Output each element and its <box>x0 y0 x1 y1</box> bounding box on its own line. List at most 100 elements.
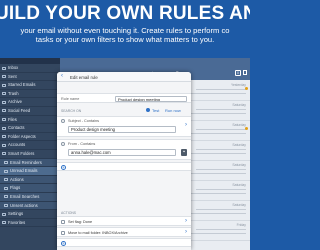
test-link[interactable]: Test <box>152 108 159 113</box>
sidebar-item[interactable]: Email Searches <box>0 192 60 202</box>
sidebar-item-label: Archive <box>8 99 22 105</box>
sidebar-item[interactable]: Flags <box>0 184 60 193</box>
message-date: Friday <box>236 223 246 227</box>
dialog-header: ‹ Edit email rule <box>57 72 191 82</box>
sidebar-item[interactable]: Folder Aspects <box>0 133 60 142</box>
action-label: Move to mail folder: INBOX/Archive <box>68 230 128 235</box>
sidebar-item-label: Trash <box>8 90 19 96</box>
sidebar-item[interactable]: Actions <box>0 175 60 185</box>
sidebar-item[interactable]: Trash <box>0 90 60 99</box>
sidebar-item[interactable]: Inbox <box>0 64 60 73</box>
chevron-right-icon[interactable]: › <box>185 229 187 235</box>
sidebar-item[interactable]: Accounts <box>0 141 60 150</box>
condition-value-input[interactable]: anna.hale@mac.com <box>68 149 176 156</box>
flag-icon <box>245 127 248 130</box>
condition-subject[interactable]: Subject - Contains Product design meetin… <box>57 116 191 137</box>
search-icon <box>4 195 8 199</box>
banner-subtitle-line1: your email without even touching it. Cre… <box>20 26 230 35</box>
sidebar-list: Inbox Sent Starred Emails Trash Archive Socia… <box>0 64 60 228</box>
add-action-row[interactable]: + <box>57 238 191 247</box>
gear-icon <box>2 212 6 216</box>
message-date: Saturday <box>232 163 246 167</box>
chevron-right-icon[interactable]: › <box>185 122 187 128</box>
message-preview-line <box>190 93 246 95</box>
sidebar-item-label: Settings <box>8 211 24 217</box>
sidebar-item-label: Smart Folders <box>8 150 35 156</box>
dialog-title: Edit email rule <box>70 74 98 80</box>
sent-icon <box>2 75 6 79</box>
sidebar-item[interactable]: Settings <box>0 210 60 219</box>
condition-title: From - Contains <box>68 142 96 146</box>
message-date: Saturday <box>232 123 246 127</box>
chevron-right-icon[interactable]: › <box>185 218 187 224</box>
favorites-icon <box>2 221 6 225</box>
flag-icon <box>245 87 248 90</box>
sidebar-item[interactable]: Unread Emails <box>0 167 60 176</box>
sidebar-item-label: Favorites <box>8 219 26 225</box>
files-icon <box>2 118 6 122</box>
folder-icon <box>61 230 65 235</box>
message-preview-line <box>190 213 246 215</box>
message-date: Yesterday <box>231 83 246 87</box>
action-label: Set flag: Done <box>68 219 93 224</box>
unread-icon <box>4 169 8 173</box>
rule-name-row: Rule name Product design meeting <box>57 93 191 103</box>
message-date: Saturday <box>232 143 246 147</box>
promo-banner: UILD YOUR OWN RULES AND FILTERS your ema… <box>0 0 250 50</box>
message-preview-line <box>190 193 246 195</box>
star-icon <box>2 83 6 87</box>
sidebar-item[interactable]: Social Feed <box>0 107 60 116</box>
sidebar-item-label: Folder Aspects <box>8 133 36 139</box>
sidebar-item-label: Social Feed <box>8 107 31 113</box>
plus-icon[interactable]: + <box>61 164 66 170</box>
condition-value-input[interactable]: Product design meeting <box>68 126 176 133</box>
count-badge[interactable]: 0 <box>235 70 241 76</box>
plus-icon[interactable]: + <box>61 240 66 246</box>
action-row-move[interactable]: Move to mail folder: INBOX/Archive › <box>57 227 191 237</box>
sidebar-item-label: Starred Emails <box>8 82 36 88</box>
sidebar-item-label: Email Searches <box>10 193 40 199</box>
message-date: Saturday <box>232 183 246 187</box>
action-row-set-flag[interactable]: Set flag: Done › <box>57 216 191 226</box>
sidebar-item-label: Contacts <box>8 125 25 131</box>
condition-icon <box>61 142 65 146</box>
actions-section-label: ACTIONS <box>61 211 77 215</box>
sidebar-item[interactable]: Smart Folders <box>0 150 60 159</box>
accounts-icon <box>2 143 6 147</box>
run-now-link[interactable]: Run now <box>165 108 181 113</box>
condition-from[interactable]: From - Contains anna.hale@mac.com ▪ <box>57 139 191 160</box>
banner-title: UILD YOUR OWN RULES AND FILTERS <box>0 3 250 24</box>
message-preview-line <box>196 129 246 131</box>
message-preview-line <box>196 89 246 91</box>
sidebar-item[interactable]: Sent <box>0 73 60 82</box>
sidebar-item[interactable]: Archive <box>0 98 60 107</box>
sidebar-item-label: Sent <box>8 73 17 79</box>
message-preview-line <box>196 169 246 171</box>
sidebar-item-label: Unread Emails <box>10 168 38 174</box>
banner-subtitle-line2: tasks or your own filters to show what m… <box>35 35 215 44</box>
sidebar-item[interactable]: Favorites <box>0 219 60 228</box>
condition-title: Subject - Contains <box>68 119 100 123</box>
sidebar-item-label: Files <box>8 116 17 122</box>
add-condition-row[interactable]: + <box>57 162 191 171</box>
sidebar-item[interactable]: Files <box>0 116 60 125</box>
sidebar-item[interactable]: Starred Emails <box>0 81 60 90</box>
contact-picker-icon[interactable]: ▪ <box>181 149 187 156</box>
rule-name-input[interactable]: Product design meeting <box>115 95 187 102</box>
compose-icon[interactable] <box>243 70 247 75</box>
sidebar-item[interactable]: Contacts <box>0 124 60 133</box>
rule-name-label: Rule name <box>61 96 80 101</box>
back-icon[interactable]: ‹ <box>61 73 63 79</box>
folder-icon <box>2 135 6 139</box>
message-preview-line <box>190 173 246 175</box>
message-preview-line <box>190 233 246 235</box>
rule-test-links: Test Run now <box>57 107 191 115</box>
sidebar-item[interactable]: Unsent actions <box>0 201 60 211</box>
message-preview-line <box>190 153 246 155</box>
sidebar-item-label: Unsent actions <box>10 202 38 208</box>
sidebar-item[interactable]: Email Reminders <box>0 158 60 168</box>
message-preview-line <box>190 113 246 115</box>
archive-icon <box>2 100 6 104</box>
inbox-icon <box>2 66 6 70</box>
message-preview-line <box>196 109 246 111</box>
